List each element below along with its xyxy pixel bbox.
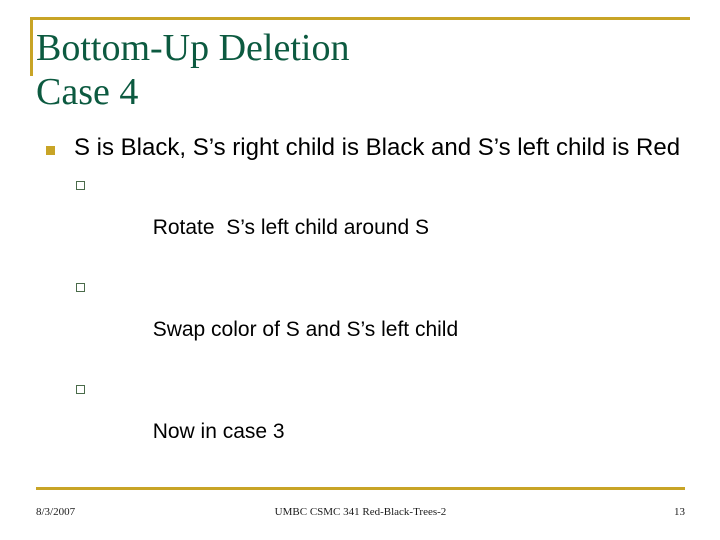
list-item: Swap color of S and S’s left child (68, 277, 684, 361)
hollow-square-bullet-icon (76, 181, 85, 190)
hollow-square-bullet-icon (76, 385, 85, 394)
slide-footer: 8/3/2007 UMBC CSMC 341 Red-Black-Trees-2… (36, 506, 685, 524)
page-title-line-1: Bottom-Up Deletion (36, 27, 350, 69)
list-item: Rotate S’s left child around S (68, 175, 684, 259)
title-top-rule (30, 17, 690, 20)
bullet-text: S is Black, S’s right child is Black and… (74, 134, 681, 161)
footer-page-number: 13 (674, 506, 685, 518)
slide: Bottom-Up Deletion Case 4 S is Black, S’… (0, 0, 720, 540)
footer-rule (36, 487, 685, 490)
page-title: Bottom-Up Deletion Case 4 (36, 26, 686, 114)
footer-course-label: UMBC CSMC 341 Red-Black-Trees-2 (274, 506, 447, 518)
sub-bullet-text: Now in case 3 (152, 420, 285, 443)
sub-bullet-list: Rotate S’s left child around S Swap colo… (36, 175, 684, 463)
slide-body: S is Black, S’s right child is Black and… (36, 132, 684, 481)
title-left-rule (30, 17, 33, 76)
list-item: Now in case 3 (68, 379, 684, 463)
filled-square-bullet-icon (46, 146, 55, 155)
list-item: S is Black, S’s right child is Black and… (36, 132, 684, 163)
sub-bullet-text: Swap color of S and S’s left child (152, 318, 459, 341)
hollow-square-bullet-icon (76, 283, 85, 292)
page-title-line-2: Case 4 (36, 71, 139, 113)
sub-bullet-text: Rotate S’s left child around S (152, 216, 429, 239)
